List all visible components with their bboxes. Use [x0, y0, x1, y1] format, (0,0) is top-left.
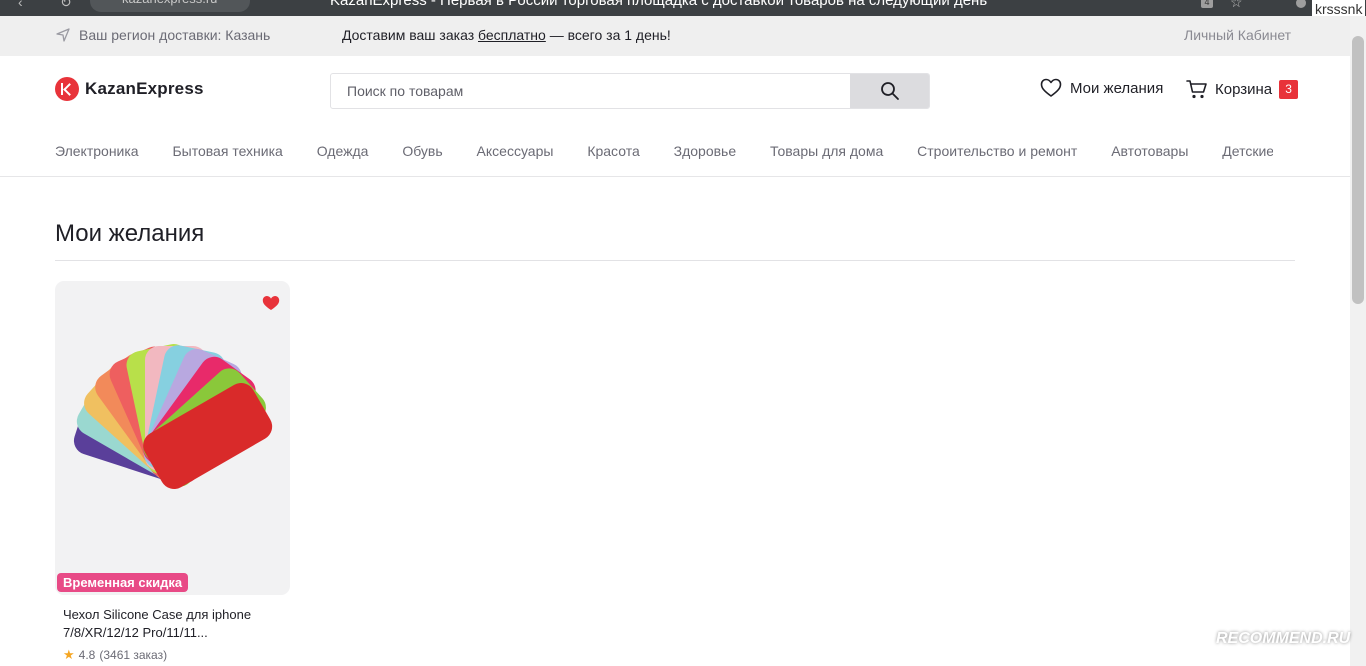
category-item[interactable]: Детские товары: [1222, 143, 1273, 159]
logo-mark-icon: [55, 77, 79, 101]
category-item[interactable]: Аксессуары: [477, 143, 554, 159]
divider: [0, 176, 1350, 177]
product-image[interactable]: Временная скидка: [55, 281, 290, 595]
category-item[interactable]: Обувь: [402, 143, 442, 159]
delivery-region-text: Ваш регион доставки: Казань: [79, 27, 271, 43]
search-input[interactable]: [331, 74, 851, 108]
location-arrow-icon: [56, 28, 70, 42]
product-rating: ★ 4.8 (3461 заказ): [55, 647, 290, 663]
back-icon[interactable]: ‹: [18, 0, 23, 10]
product-title[interactable]: Чехол Silicone Case для iphone 7/8/XR/12…: [55, 606, 280, 642]
browser-chrome: ‹ ↻ kazanexpress.ru KazanExpress - Перва…: [0, 0, 1366, 16]
category-item[interactable]: Строительство и ремонт: [917, 143, 1077, 159]
category-item[interactable]: Красота: [587, 143, 639, 159]
category-item[interactable]: Бытовая техника: [172, 143, 282, 159]
category-nav: Электроника Бытовая техника Одежда Обувь…: [55, 143, 1273, 165]
wishlist-link[interactable]: Мои желания: [1040, 78, 1163, 98]
phone-cases-illustration: [73, 344, 273, 489]
reload-icon[interactable]: ↻: [60, 0, 72, 11]
profile-avatar[interactable]: [1296, 0, 1306, 8]
orders-count: (3461 заказ): [99, 648, 168, 662]
search-button[interactable]: [850, 74, 929, 108]
page-scrollbar[interactable]: [1350, 16, 1366, 666]
cart-count-badge: 3: [1279, 79, 1299, 99]
address-bar[interactable]: kazanexpress.ru: [90, 0, 250, 12]
wishlist-label: Мои желания: [1070, 79, 1164, 97]
free-delivery-link[interactable]: бесплатно: [478, 27, 546, 43]
cart-label: Корзина: [1215, 80, 1273, 98]
extension-icon[interactable]: 4: [1201, 0, 1213, 8]
page-title: Мои желания: [55, 220, 205, 247]
category-item[interactable]: Здоровье: [674, 143, 737, 159]
heart-filled-icon[interactable]: [262, 295, 280, 311]
category-item[interactable]: Автотовары: [1111, 143, 1188, 159]
rating-value: 4.8: [78, 648, 96, 662]
category-item[interactable]: Товары для дома: [770, 143, 883, 159]
site-logo[interactable]: KazanExpress: [55, 77, 204, 101]
discount-badge: Временная скидка: [57, 573, 189, 592]
delivery-region[interactable]: Ваш регион доставки: Казань: [55, 27, 270, 43]
search-bar: [330, 73, 930, 109]
category-item[interactable]: Одежда: [317, 143, 369, 159]
heart-outline-icon: [1040, 78, 1062, 97]
top-info-bar: Ваш регион доставки: Казань Доставим ваш…: [0, 16, 1350, 56]
window-title: KazanExpress - Первая в России торговая …: [330, 0, 988, 9]
cart-icon: [1186, 80, 1207, 99]
product-card[interactable]: Временная скидка Чехол Silicone Case для…: [55, 281, 290, 663]
logo-text: KazanExpress: [85, 79, 204, 98]
personal-cabinet-link[interactable]: Личный Кабинет: [1184, 27, 1291, 43]
star-icon: ★: [63, 647, 75, 662]
delivery-promo: Доставим ваш заказ бесплатно — всего за …: [342, 27, 671, 43]
bookmark-star-icon[interactable]: ☆: [1230, 0, 1243, 11]
cart-link[interactable]: Корзина 3: [1186, 78, 1299, 100]
divider: [55, 260, 1295, 261]
watermark: RECOMMEND.RU: [1216, 630, 1351, 647]
category-item[interactable]: Электроника: [55, 143, 139, 159]
search-icon: [880, 82, 899, 100]
scrollbar-thumb[interactable]: [1352, 36, 1364, 304]
